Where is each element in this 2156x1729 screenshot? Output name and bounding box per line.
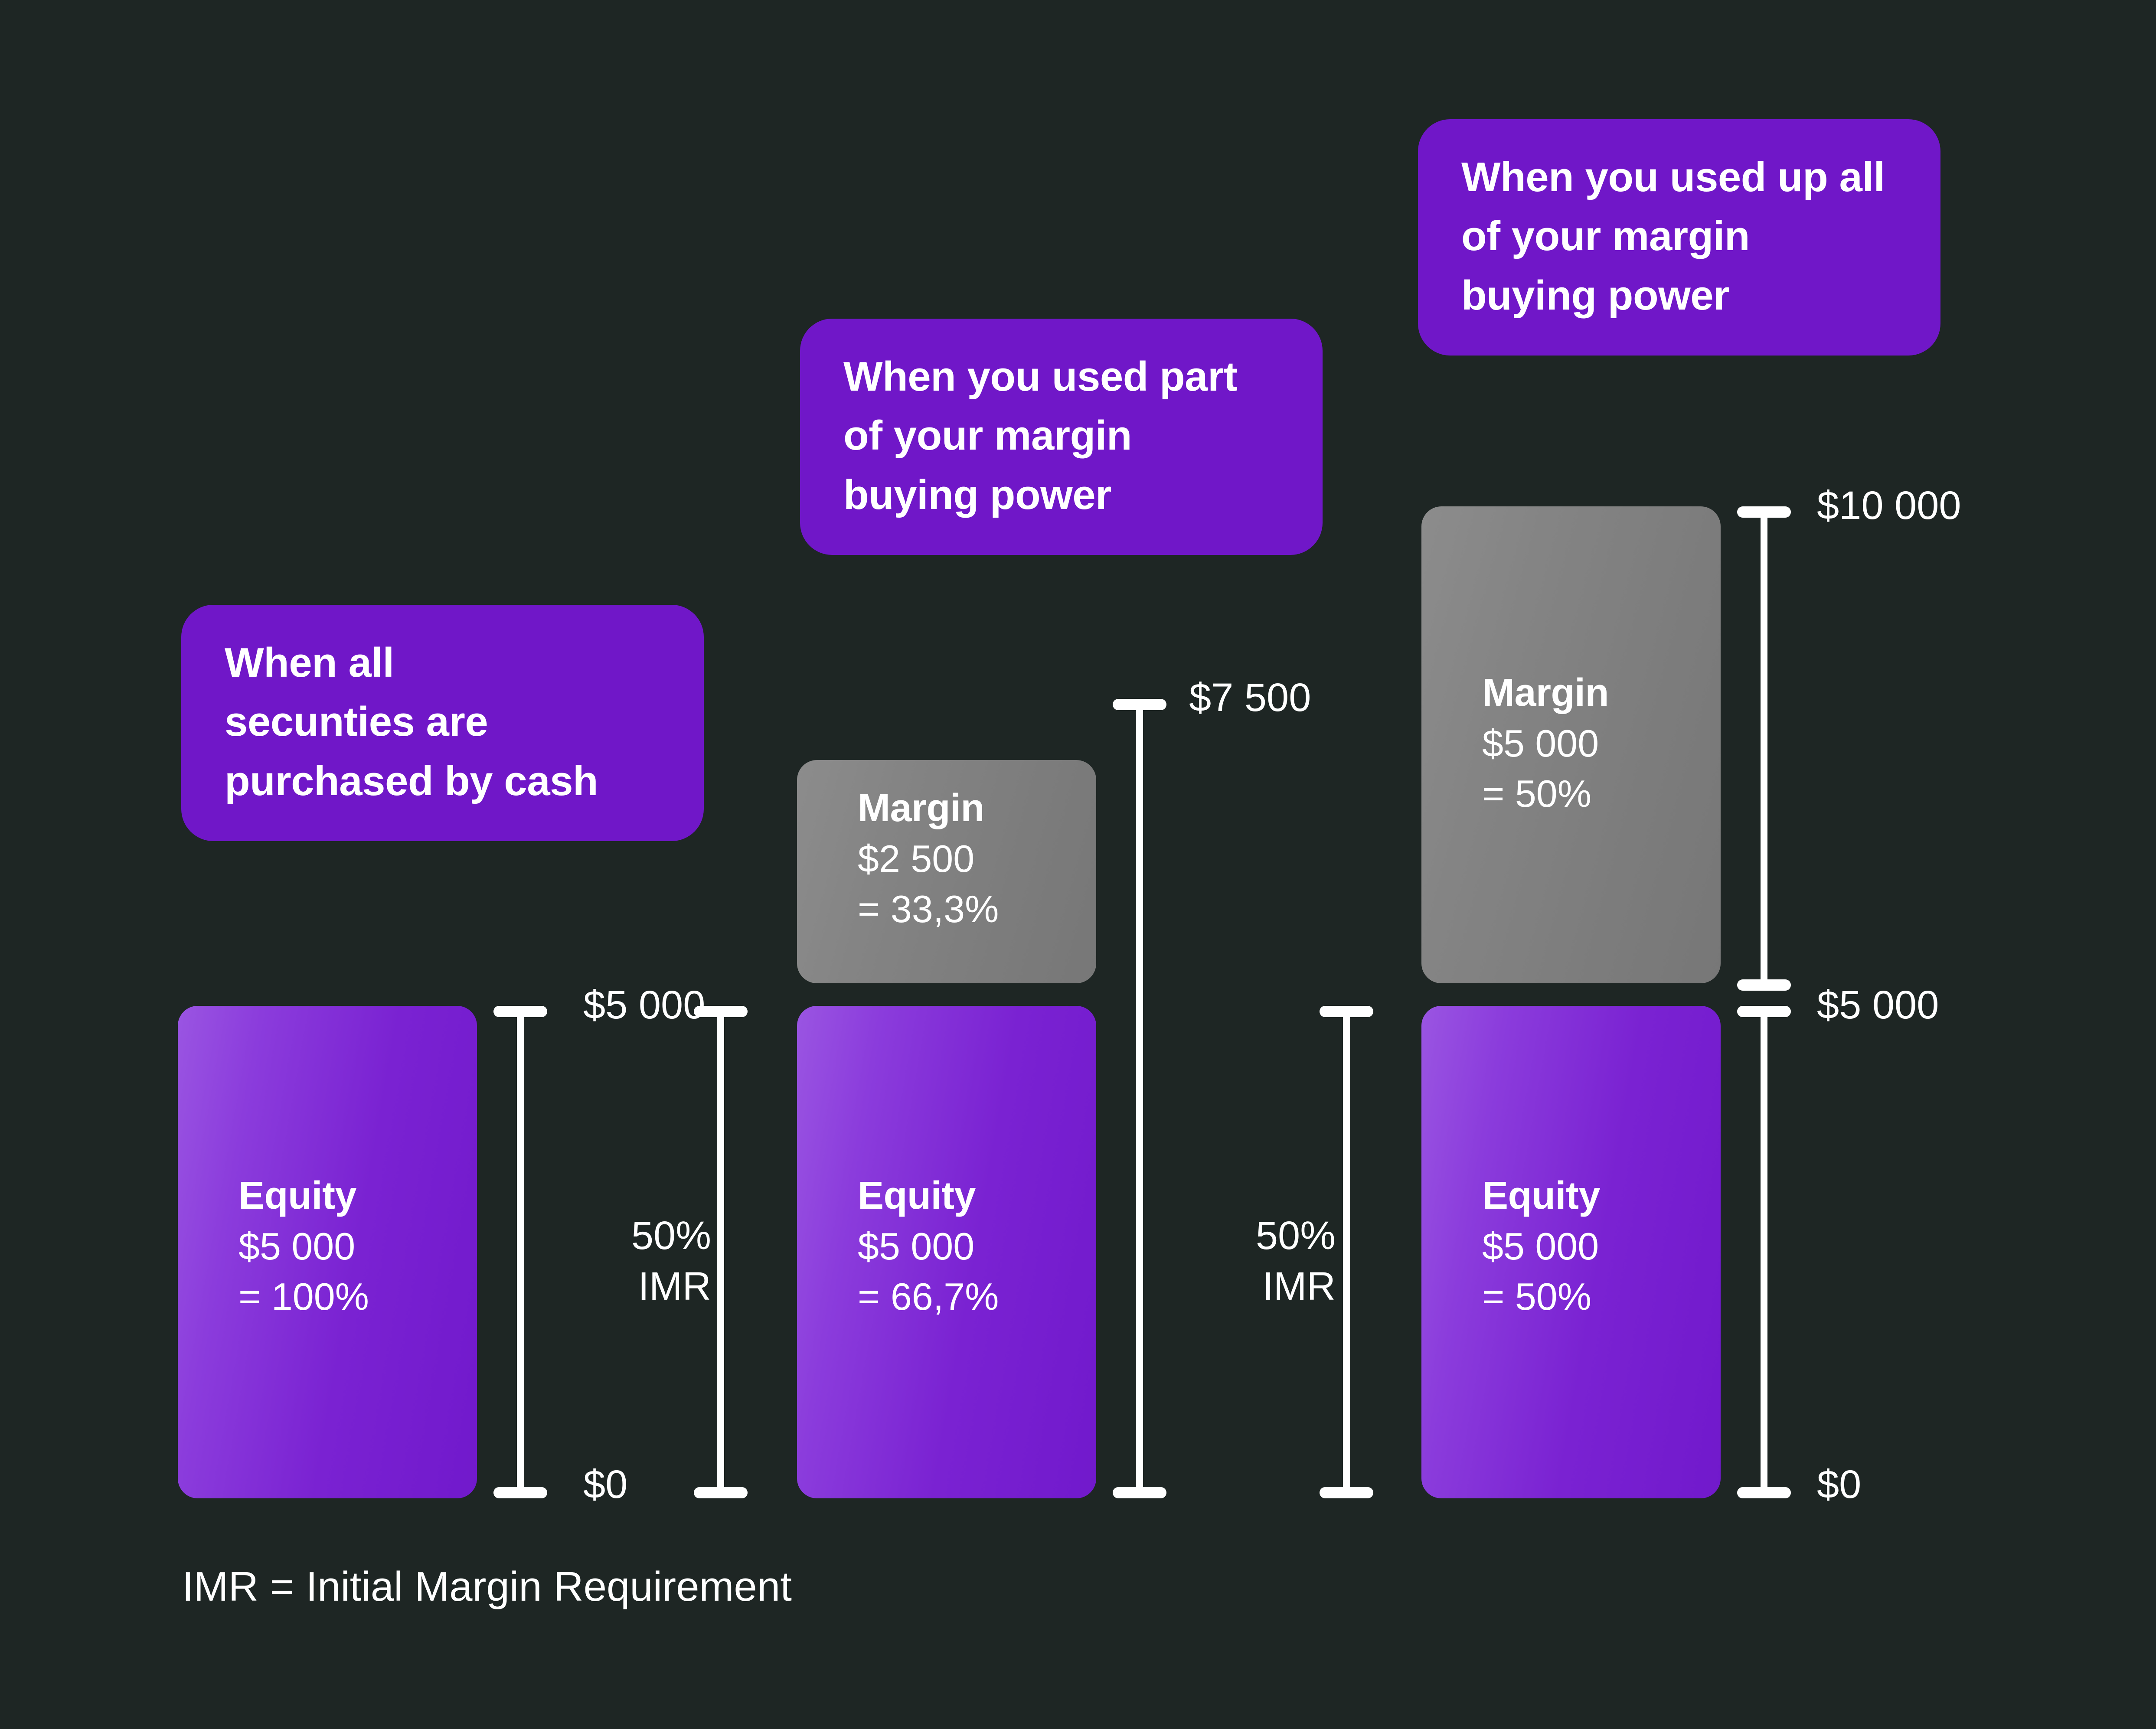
axis-label-mid-group3: $5 000: [1817, 983, 1939, 1027]
bar-title-margin-group2: Margin: [858, 786, 985, 830]
axis-tick-top-imr-group2: [694, 1006, 748, 1017]
axis-bracket-imr-group3: [1320, 1006, 1373, 1498]
imr-label-group2: 50% IMR: [631, 1214, 711, 1308]
axis-bracket-equity-group3: [1737, 1006, 1791, 1498]
bar-margin-group2: Margin $2 500 = 33,3%: [797, 760, 1096, 983]
imr-label-group3: 50% IMR: [1255, 1214, 1336, 1308]
axis-tick-bottom-total-group2: [1113, 1487, 1166, 1498]
axis-tick-bottom-imr-group3: [1320, 1487, 1373, 1498]
axis-tick-top-total-group2: [1113, 699, 1166, 710]
axis-bracket-imr-group2: [694, 1006, 748, 1498]
bar-title-equity-group3: Equity: [1482, 1174, 1601, 1217]
footer-legend-note: IMR = Initial Margin Requirement: [182, 1563, 792, 1610]
bar-percent-margin-group2: = 33,3%: [858, 887, 999, 930]
axis-label-top-group1: $5 000: [583, 983, 706, 1027]
bar-value-margin-group2: $2 500: [858, 837, 975, 880]
axis-tick-5000-upper-group3: [1737, 979, 1791, 991]
axis-tick-10000-group3: [1737, 506, 1791, 518]
bar-value-equity-group3: $5 000: [1482, 1225, 1599, 1268]
axis-label-top-group3: $10 000: [1817, 483, 1961, 528]
callout-part-margin: When you used part of your margin buying…: [800, 319, 1323, 555]
infographic-canvas: When all secunties are purchased by cash…: [0, 0, 2156, 1729]
axis-tick-top-imr-group3: [1320, 1006, 1373, 1017]
bar-margin-group3: Margin $5 000 = 50%: [1421, 506, 1721, 983]
axis-stem-total-group2: [1136, 699, 1143, 1498]
axis-stem-imr-group3: [1343, 1006, 1350, 1498]
bar-value-equity-group1: $5 000: [238, 1225, 356, 1268]
axis-label-bottom-group1: $0: [583, 1462, 628, 1507]
axis-stem-equity-group3: [1761, 1006, 1767, 1498]
axis-tick-5000-lower-group3: [1737, 1006, 1791, 1017]
bar-equity-group1: Equity $5 000 = 100%: [178, 1006, 477, 1498]
callout-all-margin: When you used up all of your margin buyi…: [1418, 119, 1940, 356]
bar-title-equity-group1: Equity: [238, 1174, 357, 1217]
axis-tick-bottom-group1: [493, 1487, 547, 1498]
bar-percent-equity-group1: = 100%: [238, 1275, 369, 1318]
bar-value-equity-group2: $5 000: [858, 1225, 975, 1268]
axis-label-top-group2: $7 500: [1189, 675, 1311, 720]
bar-percent-equity-group3: = 50%: [1482, 1275, 1591, 1318]
bar-value-margin-group3: $5 000: [1482, 722, 1599, 765]
bar-percent-margin-group3: = 50%: [1482, 772, 1591, 815]
bar-equity-group3: Equity $5 000 = 50%: [1421, 1006, 1721, 1498]
axis-stem-margin-group3: [1761, 506, 1767, 991]
axis-stem-imr-group2: [717, 1006, 724, 1498]
bar-title-equity-group2: Equity: [858, 1174, 976, 1217]
callout-all-cash: When all secunties are purchased by cash: [181, 605, 704, 841]
bar-equity-group2: Equity $5 000 = 66,7%: [797, 1006, 1096, 1498]
axis-bracket-margin-group3: [1737, 506, 1791, 991]
axis-tick-top-group1: [493, 1006, 547, 1017]
bar-percent-equity-group2: = 66,7%: [858, 1275, 999, 1318]
axis-tick-bottom-imr-group2: [694, 1487, 748, 1498]
bar-title-margin-group3: Margin: [1482, 671, 1609, 714]
axis-bracket-total-group2: [1113, 699, 1166, 1498]
axis-tick-0-group3: [1737, 1487, 1791, 1498]
axis-label-bottom-group3: $0: [1817, 1462, 1862, 1507]
